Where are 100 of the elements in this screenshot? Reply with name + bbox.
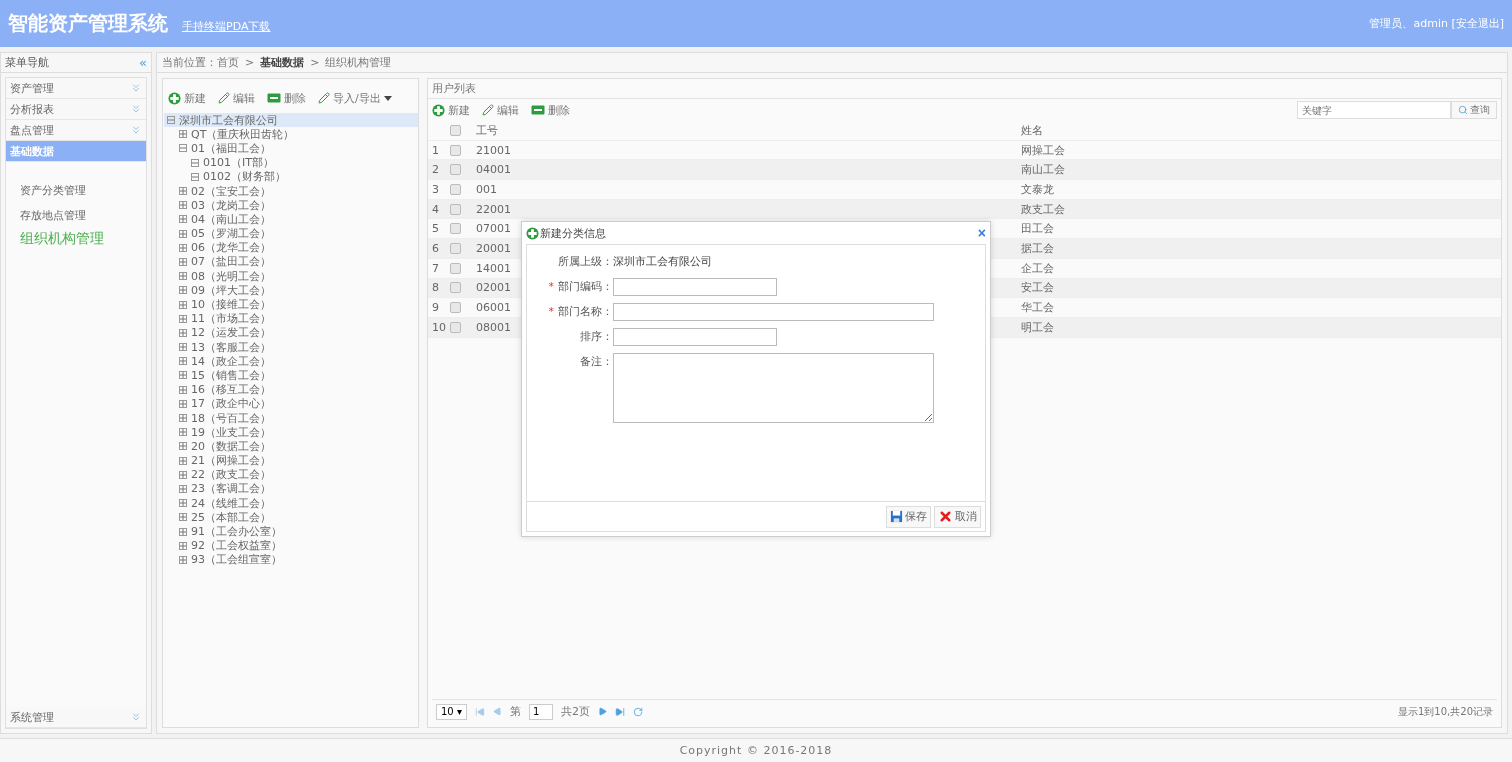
expand-icon[interactable] xyxy=(179,201,187,210)
page-size-select[interactable]: 10 ▾ xyxy=(436,703,467,720)
expand-icon[interactable] xyxy=(179,513,187,522)
tree-node[interactable]: 14（政企工会） xyxy=(164,354,418,369)
tree-node[interactable]: 12（运发工会） xyxy=(164,325,418,340)
tree-node[interactable]: 21（网操工会） xyxy=(164,453,418,468)
input-field[interactable] xyxy=(613,303,934,321)
expand-icon[interactable] xyxy=(179,499,187,508)
cancel-button[interactable]: 取消 xyxy=(934,505,981,528)
tree-node[interactable]: 06（龙华工会） xyxy=(164,240,418,255)
tree-node[interactable]: 22（政支工会） xyxy=(164,467,418,482)
row-checkbox[interactable] xyxy=(450,203,461,215)
tree-node[interactable]: 93（工会组宣室） xyxy=(164,552,418,567)
tree-node[interactable]: 深圳市工会有限公司 xyxy=(164,113,418,128)
tree-node[interactable]: 92（工会权益室） xyxy=(164,538,418,553)
next-page-button[interactable] xyxy=(597,707,607,716)
tree-node[interactable]: 08（光明工会） xyxy=(164,269,418,284)
expand-icon[interactable] xyxy=(179,428,187,437)
row-checkbox[interactable] xyxy=(450,144,461,156)
menu-item[interactable]: 存放地点管理 xyxy=(6,203,146,228)
first-page-button[interactable] xyxy=(474,706,485,717)
expand-icon[interactable] xyxy=(179,243,187,252)
collapse-icon[interactable] xyxy=(167,116,175,125)
expand-icon[interactable] xyxy=(179,541,187,550)
expand-icon[interactable] xyxy=(179,484,187,493)
input-field[interactable] xyxy=(613,328,777,346)
collapse-icon[interactable] xyxy=(179,144,187,153)
tree-node[interactable]: 10（接维工会） xyxy=(164,297,418,312)
last-page-button[interactable] xyxy=(614,706,625,717)
tree-node[interactable]: 05（罗湖工会） xyxy=(164,226,418,241)
expand-icon[interactable] xyxy=(179,229,187,238)
row-checkbox[interactable] xyxy=(450,242,461,254)
toolbar-button[interactable]: 编辑 xyxy=(482,102,519,118)
search-field[interactable]: 关键字 xyxy=(1297,101,1451,119)
expand-icon[interactable] xyxy=(179,272,187,281)
tree-node[interactable]: 0102（财务部） xyxy=(164,169,418,184)
tree-node[interactable]: 91（工会办公室） xyxy=(164,524,418,539)
tree-node[interactable]: 20（数据工会） xyxy=(164,439,418,454)
toolbar-button[interactable]: 删除 xyxy=(531,102,570,118)
tree-node[interactable]: 13（客服工会） xyxy=(164,340,418,355)
tree-node[interactable]: 18（号百工会） xyxy=(164,410,418,426)
refresh-button[interactable] xyxy=(632,706,643,717)
save-button[interactable]: 保存 xyxy=(886,505,931,528)
tree-node[interactable]: 09（坪大工会） xyxy=(164,283,418,298)
row-checkbox[interactable] xyxy=(450,321,461,333)
tree-node[interactable]: 24（线维工会） xyxy=(164,496,418,511)
expand-icon[interactable] xyxy=(179,286,187,295)
tree-node[interactable]: 03（龙岗工会） xyxy=(164,198,418,213)
close-button[interactable]: × xyxy=(977,225,986,241)
tree-node[interactable]: 23（客调工会） xyxy=(164,481,418,497)
row-checkbox[interactable] xyxy=(450,282,461,294)
row-checkbox[interactable] xyxy=(450,302,461,314)
toolbar-button[interactable]: 新建 xyxy=(168,90,206,106)
tree-node[interactable]: 16（移互工会） xyxy=(164,382,418,397)
expand-icon[interactable] xyxy=(179,300,187,309)
tree-node[interactable]: 17（政企中心） xyxy=(164,396,418,411)
expand-icon[interactable] xyxy=(179,385,187,394)
expand-icon[interactable] xyxy=(179,555,187,564)
collapse-icon[interactable] xyxy=(191,158,199,167)
tree-node[interactable]: QT（重庆秋田齿轮） xyxy=(164,127,418,142)
expand-icon[interactable] xyxy=(179,456,187,465)
expand-icon[interactable] xyxy=(179,357,187,366)
tree-node[interactable]: 11（市场工会） xyxy=(164,311,418,326)
row-checkbox[interactable] xyxy=(450,164,461,176)
menu-item[interactable]: 资产分类管理 xyxy=(6,178,146,203)
tree-node[interactable]: 19（业支工会） xyxy=(164,425,418,440)
expand-icon[interactable] xyxy=(179,399,187,408)
remark-field[interactable] xyxy=(613,353,934,423)
select-all-checkbox[interactable] xyxy=(450,124,461,136)
expand-icon[interactable] xyxy=(179,187,187,196)
expand-icon[interactable] xyxy=(179,414,187,423)
tree-node[interactable]: 04（南山工会） xyxy=(164,212,418,227)
expand-icon[interactable] xyxy=(179,328,187,337)
tree-node[interactable]: 01（福田工会） xyxy=(164,141,418,156)
collapse-icon[interactable] xyxy=(191,172,199,181)
expand-icon[interactable] xyxy=(179,470,187,479)
row-checkbox[interactable] xyxy=(450,183,461,195)
expand-icon[interactable] xyxy=(179,371,187,380)
input-field[interactable] xyxy=(613,278,777,296)
previous-page-button[interactable] xyxy=(492,707,502,716)
tree-node[interactable]: 02（宝安工会） xyxy=(164,183,418,199)
expand-icon[interactable] xyxy=(179,257,187,266)
expand-icon[interactable] xyxy=(179,343,187,352)
toolbar-button[interactable]: 删除 xyxy=(267,90,306,106)
expand-icon[interactable] xyxy=(179,215,187,224)
expand-icon[interactable] xyxy=(179,442,187,451)
expand-icon[interactable] xyxy=(179,527,187,536)
row-checkbox[interactable] xyxy=(450,262,461,274)
tree-node[interactable]: 15（销售工会） xyxy=(164,368,418,383)
expand-icon[interactable] xyxy=(179,130,187,139)
page-number-field[interactable]: 1 xyxy=(528,703,553,720)
search-button[interactable]: 查询 xyxy=(1451,101,1497,119)
expand-icon[interactable] xyxy=(179,314,187,323)
toolbar-button[interactable]: 导入/导出 xyxy=(318,90,392,106)
row-checkbox[interactable] xyxy=(450,223,461,235)
tree-node[interactable]: 25（本部工会） xyxy=(164,510,418,525)
tree-node[interactable]: 07（盐田工会） xyxy=(164,254,418,270)
tree-node[interactable]: 0101（IT部） xyxy=(164,155,418,170)
toolbar-button[interactable]: 编辑 xyxy=(218,90,255,106)
toolbar-button[interactable]: 新建 xyxy=(432,102,470,118)
